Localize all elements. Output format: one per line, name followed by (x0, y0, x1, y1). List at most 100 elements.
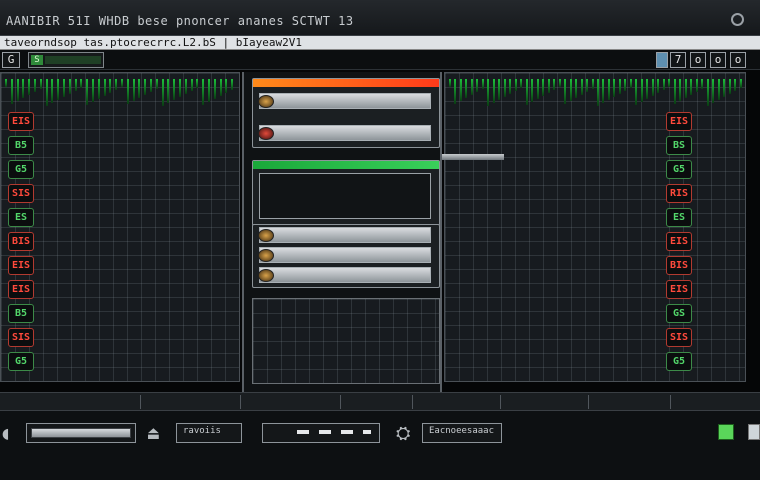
right-meter-panel (444, 72, 746, 382)
channel-label[interactable]: G5 (8, 160, 34, 179)
channel-label[interactable]: ES (666, 208, 692, 227)
level-bar (509, 79, 512, 94)
level-bar (219, 79, 222, 96)
bell-icon[interactable]: ◖ (0, 423, 11, 444)
knob-icon[interactable] (258, 269, 274, 282)
channel-label[interactable]: B5 (8, 136, 34, 155)
toolbar-button-g[interactable]: G (2, 52, 20, 68)
strip-divider (500, 395, 501, 409)
level-bar (115, 79, 118, 90)
channel-label[interactable]: B5 (8, 304, 34, 323)
level-bar (492, 79, 495, 103)
channel-label[interactable]: EIS (8, 112, 34, 131)
channel-label[interactable]: SIS (666, 328, 692, 347)
transport-dash[interactable] (319, 430, 331, 434)
module-bottom (252, 224, 440, 288)
level-bar (470, 79, 473, 95)
level-bar (553, 79, 556, 90)
level-bar (51, 79, 54, 103)
strip-divider (670, 395, 671, 409)
toolbar-button-2[interactable]: o (690, 52, 706, 68)
level-bar (10, 79, 13, 104)
level-bar (225, 79, 228, 93)
strip-divider (240, 395, 241, 409)
knob-icon[interactable] (258, 249, 274, 262)
module-bottom-row-1[interactable] (258, 227, 431, 243)
level-bar (86, 79, 89, 105)
channel-label[interactable]: BIS (8, 232, 34, 251)
status-led-green (718, 424, 734, 440)
toolbar-button-1[interactable]: 7 (670, 52, 686, 68)
bottom-field-1[interactable]: ravoiis (176, 423, 242, 443)
level-bar (597, 79, 599, 106)
channel-label[interactable]: RIS (666, 184, 692, 203)
module-top-row-1[interactable] (258, 93, 431, 109)
channel-label[interactable]: EIS (8, 280, 34, 299)
toolbar: G S 7 o o o (0, 50, 760, 70)
level-bar (92, 79, 94, 102)
channel-label[interactable]: EIS (666, 280, 692, 299)
knob-icon[interactable] (258, 229, 274, 242)
channel-label[interactable]: EIS (666, 232, 692, 251)
window-control-icon[interactable] (731, 13, 744, 26)
level-bar (695, 79, 698, 92)
channel-label[interactable]: BS (666, 136, 692, 155)
level-bar (126, 79, 129, 104)
lamp-icon[interactable]: ⏏ (148, 423, 159, 444)
channel-label[interactable]: G5 (8, 352, 34, 371)
module-top-header (253, 79, 439, 87)
channel-label[interactable]: SIS (8, 184, 34, 203)
level-bar (564, 79, 567, 104)
module-bottom-row-3[interactable] (258, 267, 431, 283)
module-top-row-2[interactable] (258, 125, 431, 141)
knob-icon[interactable] (258, 95, 274, 108)
level-bar (498, 79, 501, 100)
gear-icon[interactable]: ⛭ (396, 423, 410, 444)
channel-label[interactable]: G5 (666, 352, 692, 371)
channel-label[interactable]: GS (666, 304, 692, 323)
level-bar (679, 79, 682, 101)
level-bar (103, 79, 106, 96)
toolbar-button-4[interactable]: o (730, 52, 746, 68)
transport-controls[interactable] (262, 423, 380, 443)
transport-dash[interactable] (297, 430, 309, 434)
toolbar-small-button[interactable] (656, 52, 668, 68)
slider-track[interactable] (31, 428, 131, 438)
bottom-slider[interactable] (26, 423, 136, 443)
toolbar-meter-field[interactable]: S (28, 52, 104, 68)
center-rack (242, 72, 442, 392)
level-bar (651, 79, 654, 96)
transport-dash[interactable] (363, 430, 371, 434)
transport-dash[interactable] (341, 430, 353, 434)
level-bar (547, 79, 550, 93)
level-bar (712, 79, 715, 103)
knob-icon[interactable] (258, 127, 274, 140)
level-bar (80, 79, 83, 88)
level-bar (74, 79, 77, 91)
right-level-bars (445, 79, 745, 107)
level-bar (231, 79, 234, 90)
level-bar (184, 79, 187, 94)
level-bar (481, 79, 484, 89)
channel-label[interactable]: BIS (666, 256, 692, 275)
channel-label[interactable]: EIS (8, 256, 34, 275)
level-bar (640, 79, 643, 102)
channel-label[interactable]: G5 (666, 160, 692, 179)
bottom-control-bar: ◖ ⏏ ravoiis ⛭ Eacnoeesaaac (0, 392, 760, 480)
level-bar (465, 79, 468, 98)
level-bar (536, 79, 539, 99)
level-bar (155, 79, 158, 89)
level-bar (454, 79, 457, 104)
level-bar (717, 79, 720, 100)
channel-label[interactable]: SIS (8, 328, 34, 347)
toolbar-button-3[interactable]: o (710, 52, 726, 68)
path-text[interactable]: taveorndsop tas.ptocrecrrc.L2.bS | bIaye… (4, 36, 302, 50)
channel-label[interactable]: ES (8, 208, 34, 227)
bottom-field-2[interactable]: Eacnoeesaaac (422, 423, 502, 443)
channel-label[interactable]: EIS (666, 112, 692, 131)
bottom-strip (0, 393, 760, 411)
level-bar (602, 79, 605, 103)
level-bar (618, 79, 621, 94)
module-bottom-row-2[interactable] (258, 247, 431, 263)
level-bar (520, 79, 523, 88)
